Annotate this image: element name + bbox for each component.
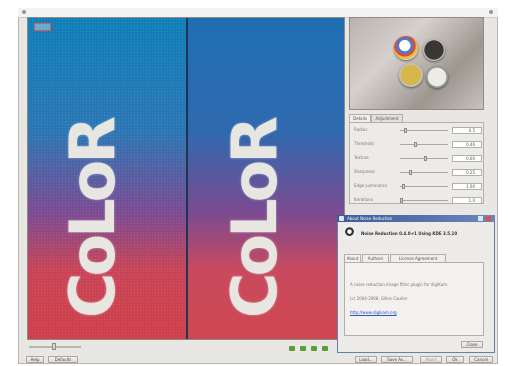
- tab-adjustment[interactable]: Adjustment: [371, 114, 403, 122]
- setting-slider-handle[interactable]: [414, 142, 417, 147]
- nav-next-icon[interactable]: [322, 346, 328, 351]
- setting-slider-handle[interactable]: [424, 156, 427, 161]
- setting-slider[interactable]: [400, 200, 448, 201]
- close-window-icon[interactable]: [489, 10, 493, 14]
- setting-label: Sharpness: [354, 169, 375, 174]
- dialog-close-icon[interactable]: [486, 216, 491, 221]
- setting-slider-handle[interactable]: [404, 128, 407, 133]
- original-preview: CoLoR: [28, 18, 186, 339]
- window-menu-icon[interactable]: [22, 10, 26, 14]
- nav-previous-icon[interactable]: [289, 346, 295, 351]
- ok-button[interactable]: Ok: [446, 356, 464, 363]
- setting-slider[interactable]: [400, 144, 448, 145]
- dialog-copyright: (c) 2004-2008, Gilles Caulier: [350, 296, 408, 301]
- abort-button[interactable]: Abort: [420, 356, 442, 363]
- nav-down-icon[interactable]: [311, 346, 317, 351]
- kde-gear-icon: [343, 226, 356, 240]
- tab-authors[interactable]: Authors: [362, 254, 389, 262]
- preview-selection-marker[interactable]: [34, 23, 51, 31]
- setting-spinbox[interactable]: 1.0: [452, 197, 482, 204]
- setting-slider[interactable]: [400, 186, 448, 187]
- setting-slider[interactable]: [400, 130, 448, 131]
- setting-label: Iterations: [354, 197, 374, 202]
- image-thumbnail[interactable]: [349, 17, 484, 110]
- dialog-heading: Noise Reduction 0.4.0-r1 Using KDE 3.5.1…: [361, 231, 458, 236]
- setting-label: Texture: [354, 155, 369, 160]
- setting-spinbox[interactable]: 1.00: [452, 183, 482, 190]
- dialog-title-bar: About Noise Reduction: [337, 215, 495, 222]
- setting-spinbox[interactable]: 0.5: [452, 127, 482, 134]
- defaults-button[interactable]: Defaults: [48, 356, 78, 363]
- setting-slider-handle[interactable]: [402, 184, 405, 189]
- dialog-description: A noise reduction image filter plugin fo…: [350, 282, 449, 287]
- cap-dark-icon: [423, 39, 445, 61]
- cap-gold-icon: [399, 63, 423, 87]
- dialog-help-icon[interactable]: [478, 216, 483, 221]
- tab-details[interactable]: Details: [349, 114, 371, 122]
- setting-spinbox[interactable]: 0.25: [452, 169, 482, 176]
- setting-slider[interactable]: [400, 172, 448, 173]
- help-button[interactable]: Help: [26, 356, 44, 363]
- setting-spinbox[interactable]: 0.46: [452, 141, 482, 148]
- dialog-close-button[interactable]: Close: [461, 341, 483, 348]
- setting-slider-handle[interactable]: [400, 198, 403, 203]
- save-as-button[interactable]: Save As...: [381, 356, 413, 363]
- cancel-button[interactable]: Cancel: [469, 356, 493, 363]
- setting-label: Threshold: [354, 141, 374, 146]
- filtered-preview: CoLoR: [188, 18, 344, 339]
- zoom-slider-handle[interactable]: [52, 343, 56, 350]
- tab-about[interactable]: About: [344, 254, 361, 262]
- cap-white-icon: [426, 66, 448, 88]
- setting-slider-handle[interactable]: [409, 170, 412, 175]
- photo-content: CoLoR: [218, 120, 291, 318]
- photo-content: CoLoR: [56, 120, 129, 318]
- preview-area[interactable]: CoLoR CoLoR: [27, 17, 345, 340]
- dialog-website-link[interactable]: http://www.digikam.org: [350, 310, 480, 315]
- load-button[interactable]: Load...: [355, 356, 377, 363]
- dialog-app-icon: [339, 216, 344, 221]
- cap-color-icon: [394, 36, 418, 60]
- setting-label: Edge Luminance: [354, 183, 388, 188]
- tab-license[interactable]: License Agreement: [390, 254, 446, 262]
- nav-up-icon[interactable]: [300, 346, 306, 351]
- settings-panel: [349, 122, 484, 204]
- setting-spinbox[interactable]: 0.00: [452, 155, 482, 162]
- setting-label: Radius: [354, 127, 368, 132]
